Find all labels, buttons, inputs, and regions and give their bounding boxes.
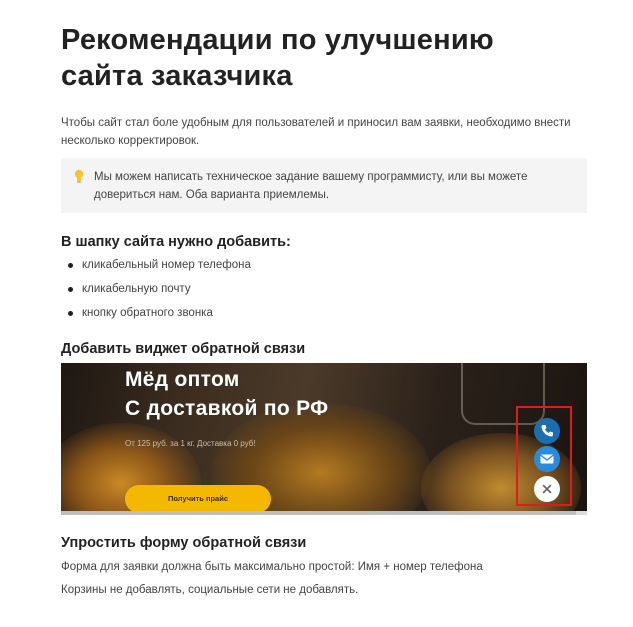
- close-icon: [542, 484, 552, 494]
- section-heading-widget: Добавить виджет обратной связи: [61, 341, 306, 357]
- list-item: кнопку обратного звонка: [61, 304, 251, 328]
- list-item-text: кнопку обратного звонка: [82, 307, 213, 319]
- banner-title: Мёд оптом С доставкой по РФ: [125, 368, 329, 420]
- mail-icon: [540, 454, 554, 464]
- widget-close-button[interactable]: [534, 476, 560, 502]
- section-heading-form: Упростить форму обратной связи: [61, 535, 307, 551]
- bullet-icon: [68, 287, 73, 292]
- list-item: кликабельный номер телефона: [61, 256, 251, 280]
- callout-text: Мы можем написать техническое задание ва…: [94, 171, 528, 201]
- list-item: кликабельную почту: [61, 280, 251, 304]
- bullet-icon: [68, 311, 73, 316]
- section-heading-header: В шапку сайта нужно добавить:: [61, 234, 291, 250]
- phone-icon: [541, 425, 553, 437]
- tip-callout: Мы можем написать техническое задание ва…: [61, 158, 587, 213]
- widget-mail-button[interactable]: [534, 446, 560, 472]
- widget-call-button[interactable]: [534, 418, 560, 444]
- page-title: Рекомендации по улучшению сайта заказчик…: [61, 24, 494, 92]
- header-items-list: кликабельный номер телефона кликабельную…: [61, 256, 251, 328]
- scrollbar-thumb[interactable]: [61, 511, 576, 515]
- bullet-icon: [68, 263, 73, 268]
- intro-paragraph: Чтобы сайт стал боле удобным для пользов…: [61, 117, 571, 147]
- banner-subtitle: От 125 руб. за 1 кг. Доставка 0 руб!: [125, 439, 256, 448]
- list-item-text: кликабельный номер телефона: [82, 259, 251, 271]
- site-banner-screenshot: Мёд оптом С доставкой по РФ От 125 руб. …: [61, 363, 587, 515]
- feedback-widget-highlight: [516, 406, 572, 506]
- get-price-button[interactable]: Получить прайс: [125, 485, 271, 513]
- list-item-text: кликабельную почту: [82, 283, 191, 295]
- form-paragraph-2: Корзины не добавлять, социальные сети не…: [61, 584, 359, 596]
- lightbulb-icon: [74, 169, 84, 183]
- form-paragraph-1: Форма для заявки должна быть максимально…: [61, 561, 483, 573]
